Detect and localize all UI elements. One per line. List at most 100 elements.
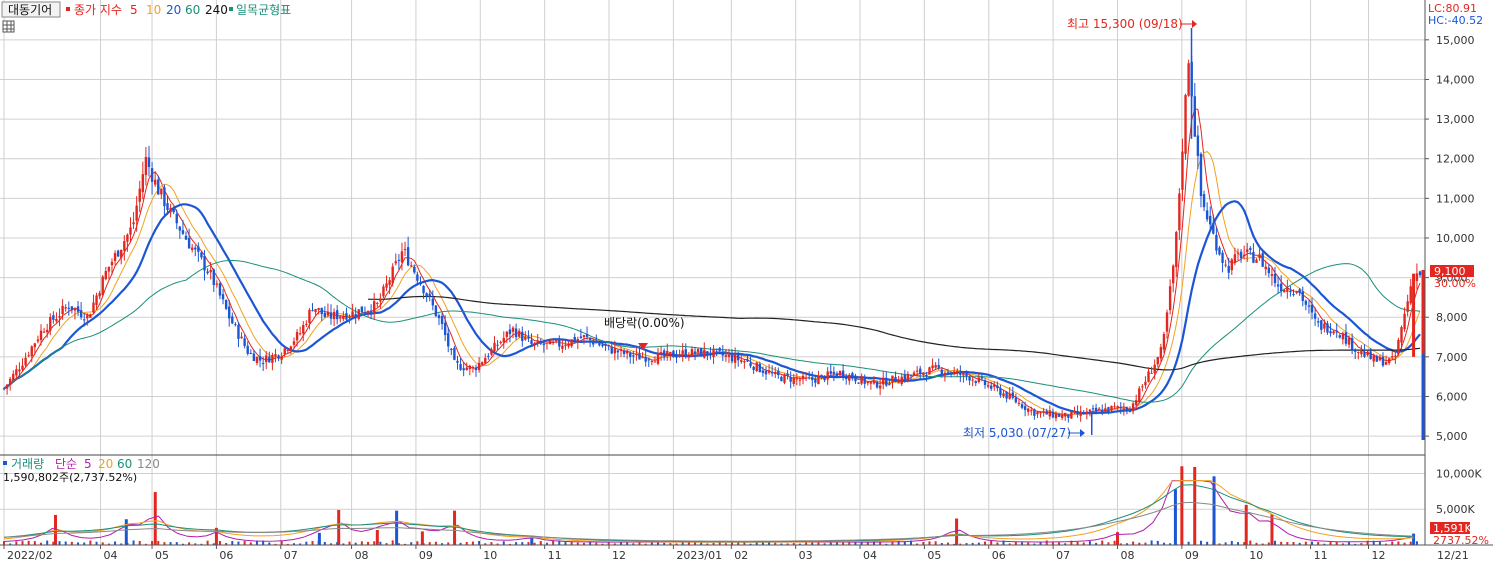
candle-body [885, 377, 888, 386]
candle-body [1381, 356, 1385, 366]
volume-spike [1270, 514, 1274, 545]
candle-body [582, 335, 586, 338]
candle-body [758, 364, 762, 373]
candle-body [521, 331, 524, 341]
volume-current-text: 1,590,802주(2,737.52%) [3, 471, 137, 484]
candle-body [487, 355, 490, 357]
candle-body [857, 382, 860, 384]
candle-body [317, 308, 320, 310]
volume-bar [391, 540, 394, 545]
candle-body [1091, 408, 1095, 410]
candle-body [783, 374, 786, 383]
candle-body [107, 266, 111, 272]
candle-body [1144, 381, 1147, 386]
candle-body [1246, 249, 1249, 253]
candle-body [98, 293, 101, 297]
candle-body [206, 271, 209, 274]
candle-body [5, 384, 9, 389]
time-tick-label: 02 [734, 549, 748, 562]
time-tick-label: 10 [1249, 549, 1263, 562]
candle-body [1261, 253, 1264, 267]
volume-spike [1173, 489, 1177, 545]
candle-body [551, 342, 555, 344]
candle-body [447, 333, 450, 347]
candle-body [934, 365, 937, 368]
candle-body [823, 376, 826, 381]
volume-bar [21, 541, 24, 545]
candle-body [548, 340, 552, 345]
candle-body [949, 373, 953, 375]
candle-body [573, 337, 576, 343]
candle-body [1354, 349, 1357, 352]
candle-body [635, 353, 638, 355]
candle-body [616, 350, 620, 353]
candle-body [1313, 313, 1317, 319]
candle-body [527, 336, 530, 339]
candle-body [1283, 289, 1286, 293]
volume-ma-120: 120 [137, 457, 160, 471]
candle-body [360, 306, 364, 313]
candle-body [820, 374, 823, 376]
candle-body [848, 375, 851, 381]
candle-body [326, 311, 330, 316]
candle-body [761, 370, 765, 373]
volume-bar [1132, 541, 1135, 545]
candle-body [511, 327, 515, 332]
candle-body [1316, 321, 1320, 323]
volume-bar [46, 540, 49, 545]
candle-body [894, 377, 897, 382]
candle-body [120, 249, 123, 258]
candle-body [1406, 301, 1409, 312]
candle-body [919, 368, 922, 375]
candle-body [860, 376, 863, 384]
candle-body [1338, 335, 1341, 338]
candle-body [95, 295, 98, 306]
candle-body [817, 376, 820, 385]
candle-body [687, 356, 691, 358]
candle-body [625, 350, 629, 354]
candle-body [795, 378, 799, 380]
volume-spike [1180, 466, 1184, 545]
candle-body [1107, 407, 1110, 412]
candle-body [844, 376, 848, 380]
volume-bar [1045, 540, 1048, 545]
price-legend-label: 종가 지수 [74, 3, 122, 17]
candle-body [1236, 252, 1240, 254]
candle-body [764, 370, 768, 375]
candle-body [1264, 266, 1267, 270]
candle-body [255, 356, 259, 363]
candle-body [157, 179, 160, 195]
candle-body [453, 347, 456, 360]
candle-body [286, 349, 290, 351]
dividend-annotation: 배당락(0.00%) [604, 316, 685, 330]
candle-body [425, 293, 428, 297]
candle-body [1131, 403, 1135, 412]
candle-body [672, 350, 675, 358]
candle-body [1178, 193, 1181, 231]
volume-bar [231, 541, 234, 545]
grid-icon[interactable] [2, 20, 15, 33]
candle-body [570, 339, 573, 347]
candle-body [76, 306, 80, 312]
candle-body [869, 381, 873, 384]
candle-body [804, 377, 808, 379]
price-tick-label: 5,000 [1436, 430, 1468, 443]
time-tick-label: 06 [992, 549, 1006, 562]
candle-body [1172, 265, 1175, 284]
candle-body [576, 338, 580, 341]
candle-body [872, 380, 876, 384]
candle-body [289, 346, 293, 351]
candle-body [240, 336, 243, 339]
candle-body [564, 345, 567, 347]
candle-body [280, 356, 283, 360]
volume-bar [280, 540, 283, 545]
stock-name[interactable]: 대동기어 [8, 3, 52, 17]
stock-chart[interactable]: 5,0006,0007,0008,0009,00010,00011,00012,… [0, 0, 1493, 569]
candle-body [940, 369, 944, 374]
candle-body [329, 312, 333, 319]
candle-body [1153, 364, 1156, 373]
candle-body [231, 316, 234, 324]
candle-body [1258, 254, 1261, 259]
volume-bar [1230, 541, 1233, 545]
candle-body [928, 367, 931, 375]
